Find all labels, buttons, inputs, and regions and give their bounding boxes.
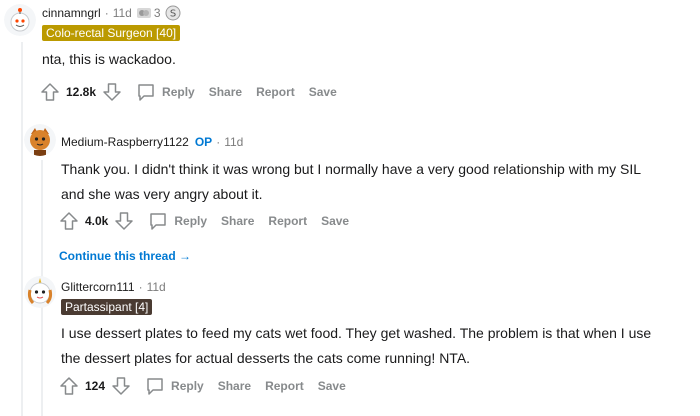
user-flair: Partassipant [4] (61, 299, 153, 315)
avatar[interactable] (24, 124, 56, 156)
upvote-icon[interactable] (59, 376, 79, 396)
comment-body-line: and she was very angry about it. (61, 186, 263, 202)
comment-header: cinnamngrl · 11d 3 S (42, 5, 181, 21)
downvote-icon[interactable] (111, 376, 131, 396)
user-flair: Colo-rectal Surgeon [40] (42, 25, 181, 41)
op-badge: OP (194, 135, 213, 149)
award-icon (136, 8, 151, 18)
avatar[interactable] (24, 276, 56, 308)
username[interactable]: Medium-Raspberry1122 (61, 135, 189, 149)
comment-header: Medium-Raspberry1122 OP · 11d (61, 135, 244, 149)
comment-body: Thank you. I didn't think it was wrong b… (61, 157, 641, 207)
timestamp[interactable]: 11d (147, 280, 166, 294)
comment-body: I use dessert plates to feed my cats wet… (61, 321, 651, 371)
downvote-icon[interactable] (114, 211, 134, 231)
reply-button[interactable]: Reply (145, 376, 204, 396)
username[interactable]: Glittercorn111 (61, 280, 135, 294)
vote-count: 4.0k (85, 214, 109, 228)
reply-button[interactable]: Reply (148, 211, 207, 231)
thread-line-level1[interactable] (21, 42, 23, 416)
report-button[interactable]: Report (256, 85, 295, 99)
comment-header: Glittercorn111 · 11d (61, 280, 166, 294)
coin-icon: S (165, 5, 181, 21)
share-button[interactable]: Share (221, 214, 254, 228)
save-button[interactable]: Save (309, 85, 337, 99)
comment-body-line: Thank you. I didn't think it was wrong b… (61, 161, 642, 177)
username[interactable]: cinnamngrl (42, 6, 101, 20)
report-button[interactable]: Report (268, 214, 307, 228)
comment-actions: 4.0k Reply Share Report Save (59, 211, 349, 231)
award[interactable]: 3 S (136, 5, 181, 21)
comment-icon (138, 84, 154, 101)
save-button[interactable]: Save (318, 379, 346, 393)
vote-count: 124 (85, 379, 106, 393)
timestamp[interactable]: 11d (113, 6, 132, 20)
reply-button[interactable]: Reply (136, 82, 195, 102)
report-button[interactable]: Report (265, 379, 304, 393)
comment-icon (150, 213, 167, 230)
timestamp[interactable]: 11d (224, 135, 243, 149)
comment-body-line: I use dessert plates to feed my cats wet… (61, 325, 652, 341)
continue-thread-link[interactable]: Continue this thread → (59, 249, 191, 263)
upvote-icon[interactable] (59, 211, 79, 231)
award-count: 3 (153, 6, 161, 20)
comment-icon (147, 378, 163, 395)
comment-actions: 12.8k Reply Share Report Save (40, 82, 337, 102)
upvote-icon[interactable] (40, 82, 60, 102)
comment-body-line: the dessert plates for actual desserts t… (61, 350, 471, 366)
downvote-icon[interactable] (102, 82, 122, 102)
vote-count: 12.8k (66, 85, 97, 99)
share-button[interactable]: Share (209, 85, 242, 99)
save-button[interactable]: Save (321, 214, 349, 228)
share-button[interactable]: Share (218, 379, 251, 393)
comment-body: nta, this is wackadoo. (42, 51, 176, 67)
svg-text:S: S (169, 9, 175, 20)
avatar[interactable] (4, 4, 36, 36)
comment-actions: 124 Reply Share Report Save (59, 376, 346, 396)
